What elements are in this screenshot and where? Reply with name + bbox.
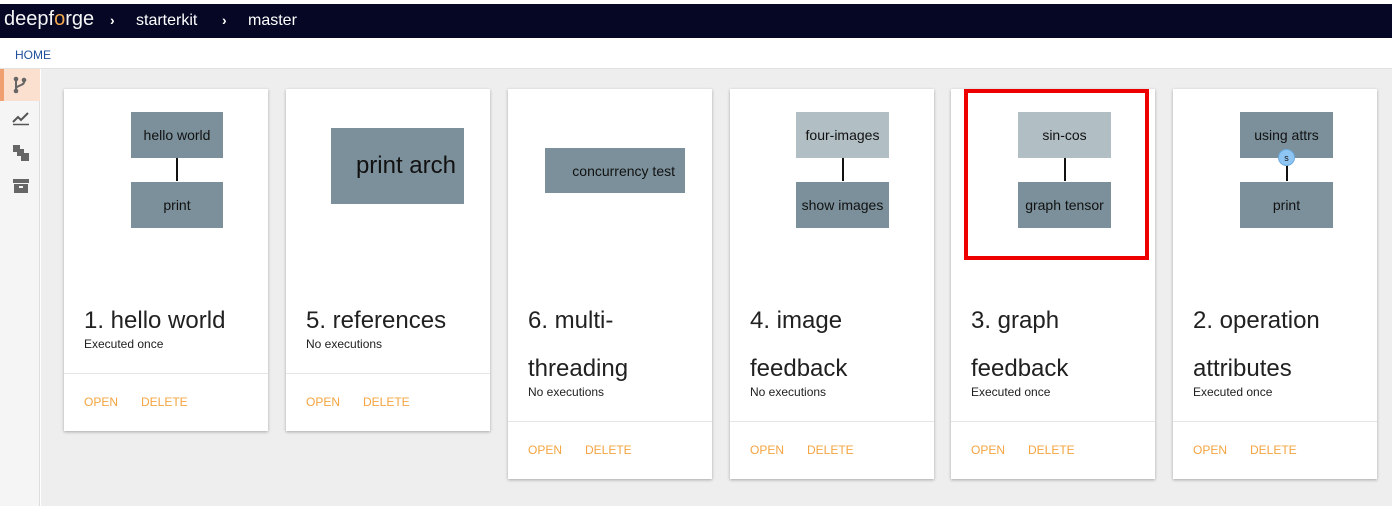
pipeline-card-hello-world[interactable]: hello world print 1. hello world Execute… (64, 89, 268, 431)
pipeline-title: 2. operation attributes (1193, 307, 1320, 382)
pipeline-title: 4. image feedback (750, 307, 848, 382)
layers-icon (13, 145, 29, 161)
operation-node: concurrency test (545, 148, 685, 193)
pipeline-preview[interactable]: hello world print (64, 89, 268, 279)
delete-button[interactable]: DELETE (363, 395, 410, 409)
sidebar-item-resources[interactable] (0, 137, 40, 169)
pipeline-preview[interactable]: concurrency test (508, 89, 712, 279)
open-button[interactable]: OPEN (971, 443, 1005, 457)
open-button[interactable]: OPEN (306, 395, 340, 409)
sidebar (0, 69, 40, 506)
attribute-badge[interactable]: s (1278, 149, 1295, 166)
operation-node: show images (796, 182, 889, 228)
operation-connector (842, 158, 844, 181)
open-button[interactable]: OPEN (528, 443, 562, 457)
delete-button[interactable]: DELETE (807, 443, 854, 457)
operation-node: print arch (331, 128, 464, 204)
deepforge-logo[interactable]: deepforge (4, 8, 94, 31)
pipeline-card-references[interactable]: print arch 5. references No executions O… (286, 89, 490, 431)
pipeline-status: Executed once (84, 337, 164, 351)
pipeline-preview[interactable]: print arch (286, 89, 490, 279)
delete-button[interactable]: DELETE (141, 395, 188, 409)
chevron-right-icon: › (222, 12, 227, 28)
chevron-right-icon: › (110, 12, 115, 28)
open-button[interactable]: OPEN (750, 443, 784, 457)
pipeline-status: Executed once (971, 385, 1051, 399)
navbar: deepforge › starterkit › master (0, 4, 1392, 38)
operation-node: print (1240, 182, 1333, 228)
sidebar-item-artifacts[interactable] (0, 171, 40, 203)
breadcrumb: HOME (0, 38, 1392, 69)
operation-node: hello world (131, 112, 223, 158)
card-divider (951, 421, 1155, 422)
pipeline-preview[interactable]: four-images show images (730, 89, 934, 279)
card-divider (508, 421, 712, 422)
pipeline-card-multi-threading[interactable]: concurrency test 6. multi-threading No e… (508, 89, 712, 479)
line-chart-icon (12, 112, 29, 126)
breadcrumb-branch[interactable]: master (248, 12, 297, 30)
logo-text-end: rge (65, 8, 95, 30)
branch-icon (13, 76, 27, 94)
pipeline-preview[interactable]: using attrs s print (1173, 89, 1377, 279)
operation-node: four-images (796, 112, 889, 158)
operation-connector (176, 158, 178, 181)
open-button[interactable]: OPEN (84, 395, 118, 409)
archive-icon (13, 179, 29, 193)
breadcrumb-project[interactable]: starterkit (136, 12, 197, 30)
delete-button[interactable]: DELETE (585, 443, 632, 457)
pipeline-card-operation-attributes[interactable]: using attrs s print 2. operation attribu… (1173, 89, 1377, 479)
card-divider (730, 421, 934, 422)
sidebar-item-pipelines[interactable] (0, 69, 40, 101)
delete-button[interactable]: DELETE (1250, 443, 1297, 457)
pipeline-status: Executed once (1193, 385, 1273, 399)
pipeline-grid: hello world print 1. hello world Execute… (41, 69, 1392, 506)
pipeline-title: 3. graph feedback (971, 307, 1069, 382)
open-button[interactable]: OPEN (1193, 443, 1227, 457)
highlight-box (964, 89, 1149, 260)
delete-button[interactable]: DELETE (1028, 443, 1075, 457)
card-divider (1173, 421, 1377, 422)
pipeline-status: No executions (306, 337, 383, 351)
operation-node: print (131, 182, 223, 228)
pipeline-card-image-feedback[interactable]: four-images show images 4. image feedbac… (730, 89, 934, 479)
sidebar-item-executions[interactable] (0, 103, 40, 135)
pipeline-title: 6. multi-threading (528, 307, 629, 382)
logo-text-accent: o (54, 8, 66, 30)
logo-text-main: deepf (4, 8, 55, 30)
pipeline-status: No executions (528, 385, 605, 399)
pipeline-status: No executions (750, 385, 827, 399)
home-link[interactable]: HOME (15, 48, 51, 62)
card-divider (286, 373, 490, 374)
card-divider (64, 373, 268, 374)
